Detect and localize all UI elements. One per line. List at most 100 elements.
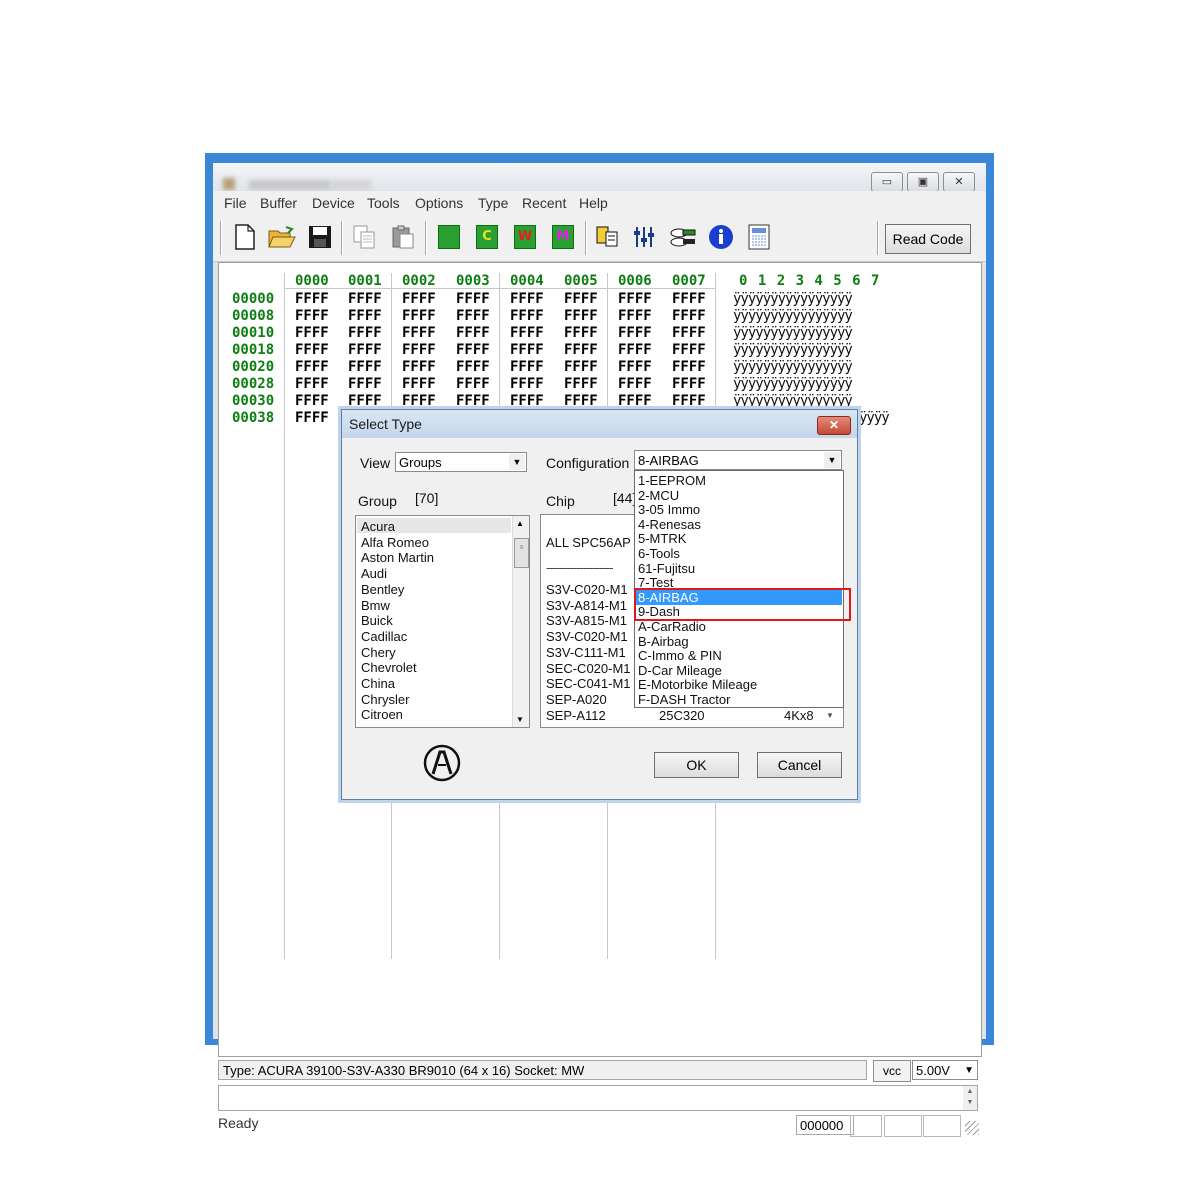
- hex-cell[interactable]: FFFF: [564, 393, 598, 409]
- chip-blank-icon[interactable]: [435, 223, 463, 251]
- hex-cell[interactable]: FFFF: [348, 359, 382, 375]
- configuration-option[interactable]: D-Car Mileage: [638, 663, 722, 678]
- hex-cell[interactable]: FFFF: [402, 342, 436, 358]
- hex-cell[interactable]: FFFF: [672, 325, 706, 341]
- voltage-select[interactable]: 5.00V ▼: [912, 1060, 978, 1080]
- group-list-item[interactable]: Buick: [361, 613, 393, 628]
- hex-cell[interactable]: FFFF: [295, 359, 329, 375]
- resize-grip-icon[interactable]: [965, 1121, 979, 1135]
- hex-cell[interactable]: FFFF: [618, 308, 652, 324]
- scroll-down-icon[interactable]: ▼: [826, 711, 834, 720]
- chip-m-icon[interactable]: M: [549, 223, 577, 251]
- group-list-item[interactable]: Cadillac: [361, 629, 407, 644]
- info-icon[interactable]: [707, 223, 735, 251]
- hex-cell[interactable]: FFFF: [456, 359, 490, 375]
- hex-cell[interactable]: FFFF: [456, 308, 490, 324]
- scroll-thumb[interactable]: ≡: [514, 538, 529, 568]
- chip-list-item[interactable]: S3V-C111-M1: [546, 645, 626, 660]
- menu-help[interactable]: Help: [579, 195, 608, 211]
- hex-cell[interactable]: FFFF: [618, 291, 652, 307]
- hex-cell[interactable]: FFFF: [295, 410, 329, 426]
- chip-list-item[interactable]: S3V-A815-M1: [546, 613, 627, 628]
- hex-cell[interactable]: FFFF: [402, 359, 436, 375]
- hex-cell[interactable]: FFFF: [564, 325, 598, 341]
- hex-cell[interactable]: FFFF: [564, 342, 598, 358]
- chip-list-item[interactable]: SEC-C020-M1: [546, 661, 631, 676]
- configuration-option[interactable]: 2-MCU: [638, 488, 679, 503]
- hex-cell[interactable]: FFFF: [348, 376, 382, 392]
- hex-cell[interactable]: FFFF: [672, 342, 706, 358]
- hex-cell[interactable]: FFFF: [402, 291, 436, 307]
- configuration-option[interactable]: 6-Tools: [638, 546, 680, 561]
- hex-cell[interactable]: FFFF: [456, 325, 490, 341]
- hex-cell[interactable]: FFFF: [618, 376, 652, 392]
- group-list-item[interactable]: Chery: [361, 645, 396, 660]
- hex-cell[interactable]: FFFF: [402, 376, 436, 392]
- hex-cell[interactable]: FFFF: [672, 359, 706, 375]
- hex-cell[interactable]: FFFF: [618, 359, 652, 375]
- hex-cell[interactable]: FFFF: [564, 359, 598, 375]
- configuration-option[interactable]: 3-05 Immo: [638, 502, 700, 517]
- new-file-icon[interactable]: [231, 223, 259, 251]
- vcc-button[interactable]: vcc: [873, 1060, 911, 1082]
- chip-select-icon[interactable]: [593, 223, 621, 251]
- group-list-item[interactable]: Alfa Romeo: [361, 535, 429, 550]
- menu-options[interactable]: Options: [415, 195, 463, 211]
- group-list-item[interactable]: Citroen: [361, 707, 403, 722]
- hex-cell[interactable]: FFFF: [510, 325, 544, 341]
- configuration-option[interactable]: C-Immo & PIN: [638, 648, 722, 663]
- menu-tools[interactable]: Tools: [367, 195, 400, 211]
- settings-sliders-icon[interactable]: [631, 223, 659, 251]
- hex-cell[interactable]: FFFF: [672, 308, 706, 324]
- menu-device[interactable]: Device: [312, 195, 355, 211]
- hex-cell[interactable]: FFFF: [510, 393, 544, 409]
- hex-cell[interactable]: FFFF: [348, 325, 382, 341]
- minimize-button[interactable]: ▭: [871, 172, 903, 192]
- menu-type[interactable]: Type: [478, 195, 508, 211]
- dialog-close-button[interactable]: ✕: [817, 416, 851, 435]
- hex-cell[interactable]: FFFF: [456, 376, 490, 392]
- read-code-button[interactable]: Read Code: [885, 224, 971, 254]
- hex-cell[interactable]: FFFF: [402, 325, 436, 341]
- scroll-up-icon[interactable]: ▲: [516, 519, 524, 528]
- hex-cell[interactable]: FFFF: [510, 342, 544, 358]
- hex-cell[interactable]: FFFF: [564, 376, 598, 392]
- chip-list-item[interactable]: S3V-C020-M1: [546, 629, 628, 644]
- tools-icon[interactable]: [669, 223, 697, 251]
- paste-icon[interactable]: [389, 223, 417, 251]
- configuration-option[interactable]: 1-EEPROM: [638, 473, 706, 488]
- chip-list-item[interactable]: S3V-C020-M1: [546, 582, 628, 597]
- scroll-down-icon[interactable]: ▼: [516, 715, 524, 724]
- configuration-option[interactable]: 4-Renesas: [638, 517, 701, 532]
- hex-cell[interactable]: FFFF: [510, 376, 544, 392]
- hex-cell[interactable]: FFFF: [295, 376, 329, 392]
- menu-recent[interactable]: Recent: [522, 195, 566, 211]
- hex-cell[interactable]: FFFF: [295, 308, 329, 324]
- group-list-item[interactable]: Acura: [361, 519, 395, 534]
- menu-file[interactable]: File: [224, 195, 247, 211]
- hex-cell[interactable]: FFFF: [402, 393, 436, 409]
- open-folder-icon[interactable]: [268, 223, 296, 251]
- configuration-option[interactable]: E-Motorbike Mileage: [638, 677, 757, 692]
- hex-cell[interactable]: FFFF: [295, 393, 329, 409]
- configuration-option[interactable]: 5-MTRK: [638, 531, 686, 546]
- save-disk-icon[interactable]: [306, 223, 334, 251]
- group-list[interactable]: Acura Alfa Romeo Aston Martin Audi Bentley Bm…: [355, 515, 530, 728]
- hex-cell[interactable]: FFFF: [672, 291, 706, 307]
- log-scrollbar[interactable]: ▲ ▼: [963, 1086, 977, 1110]
- log-field[interactable]: ▲ ▼: [218, 1085, 978, 1111]
- chip-list-item[interactable]: SEP-A020: [546, 692, 607, 707]
- chip-list-item[interactable]: SEC-C041-M1: [546, 676, 631, 691]
- menu-buffer[interactable]: Buffer: [260, 195, 297, 211]
- configuration-option[interactable]: F-DASH Tractor: [638, 692, 730, 707]
- hex-cell[interactable]: FFFF: [672, 393, 706, 409]
- window-titlebar[interactable]: ▭ ▣ ✕: [213, 163, 986, 192]
- close-window-button[interactable]: ✕: [943, 172, 975, 192]
- hex-cell[interactable]: FFFF: [510, 291, 544, 307]
- hex-cell[interactable]: FFFF: [402, 308, 436, 324]
- group-list-item[interactable]: Aston Martin: [361, 550, 434, 565]
- copy-icon[interactable]: [351, 223, 379, 251]
- group-list-item[interactable]: China: [361, 676, 395, 691]
- hex-cell[interactable]: FFFF: [618, 325, 652, 341]
- ok-button[interactable]: OK: [654, 752, 739, 778]
